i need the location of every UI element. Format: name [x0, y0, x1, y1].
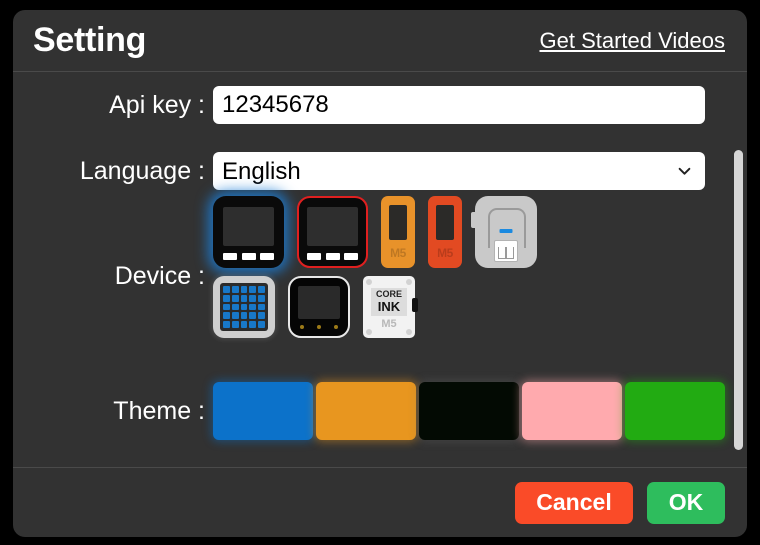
device-screw-icon: [406, 329, 412, 335]
device-line-1: M5 M5: [213, 196, 723, 268]
language-row: Language : English: [13, 152, 723, 190]
device-side-notch: [412, 298, 418, 312]
dialog-footer: Cancel OK: [13, 467, 747, 537]
device-line-2: CORE INK M5: [213, 276, 723, 348]
device-screen: [436, 205, 454, 240]
device-indicator-dots: [300, 325, 338, 329]
theme-swatch-blue[interactable]: [213, 382, 313, 440]
device-side-tab: [471, 212, 478, 228]
device-option-atom-matrix[interactable]: [213, 276, 275, 338]
device-label: Device :: [114, 261, 205, 290]
ok-button[interactable]: OK: [647, 481, 725, 524]
api-key-row: Api key :: [13, 86, 723, 124]
theme-swatch-green[interactable]: [625, 382, 725, 440]
api-key-field-wrap: [213, 86, 723, 124]
scrollbar-track[interactable]: [734, 72, 743, 467]
device-option-stick-orange[interactable]: M5: [381, 196, 415, 268]
settings-scroll-area: Api key : Language : English D: [13, 72, 747, 467]
device-buttons: [223, 253, 274, 260]
theme-swatch-orange[interactable]: [316, 382, 416, 440]
device-ink-main-text: INK: [377, 298, 401, 314]
device-screen: [223, 207, 274, 246]
device-ink-badge: CORE INK: [371, 288, 407, 316]
device-screw-icon: [366, 329, 372, 335]
dialog-body: Api key : Language : English D: [13, 72, 747, 467]
theme-swatch-list: [213, 382, 725, 440]
theme-swatch-pink[interactable]: [522, 382, 622, 440]
device-option-core-black-outline[interactable]: [288, 276, 350, 338]
dialog-header: Setting Get Started Videos: [13, 10, 747, 72]
device-row: Device : M5 M5 CORE INK M5: [13, 196, 723, 356]
device-option-core-red-outline[interactable]: [297, 196, 368, 268]
setting-dialog: Setting Get Started Videos Api key : Lan…: [13, 10, 747, 537]
device-screen: [298, 286, 340, 319]
device-screw-icon: [406, 279, 412, 285]
theme-label: Theme :: [113, 396, 205, 425]
device-grid: M5 M5 CORE INK M5: [213, 196, 723, 356]
theme-swatch-black[interactable]: [419, 382, 519, 440]
device-screw-icon: [366, 279, 372, 285]
device-option-core-black[interactable]: [213, 196, 284, 268]
device-led-indicator: [499, 229, 513, 233]
get-started-videos-link[interactable]: Get Started Videos: [540, 28, 726, 54]
language-select[interactable]: English: [213, 152, 705, 190]
device-brand-label: M5: [390, 246, 406, 260]
led-matrix: [220, 283, 268, 331]
device-option-stick-red[interactable]: M5: [428, 196, 462, 268]
device-buttons: [307, 253, 358, 260]
api-key-label: Api key :: [109, 90, 205, 119]
api-key-input[interactable]: [213, 86, 705, 124]
device-screen: [389, 205, 407, 240]
theme-row: Theme :: [13, 382, 725, 440]
language-field-wrap: English: [213, 152, 723, 190]
scrollbar-thumb[interactable]: [734, 150, 743, 450]
cancel-button[interactable]: Cancel: [515, 481, 633, 524]
page-title: Setting: [33, 21, 147, 59]
device-brand-label: M5: [437, 246, 453, 260]
device-screen: [307, 207, 358, 246]
device-option-unit-gray[interactable]: [471, 196, 537, 268]
row-spacer: [13, 130, 723, 152]
language-label: Language :: [79, 156, 205, 185]
device-option-core-ink[interactable]: CORE INK M5: [363, 276, 418, 338]
device-connector: [494, 240, 518, 262]
device-brand-label: M5: [381, 317, 397, 330]
